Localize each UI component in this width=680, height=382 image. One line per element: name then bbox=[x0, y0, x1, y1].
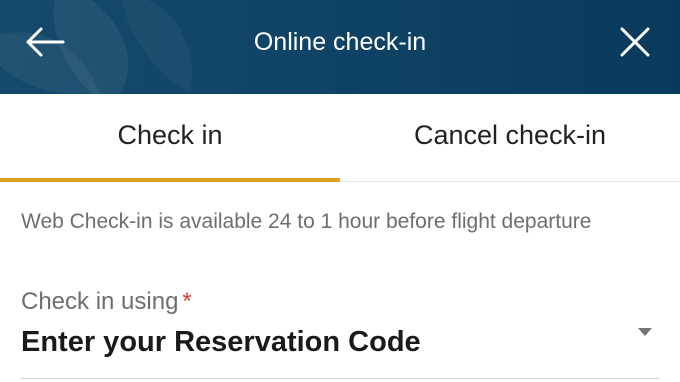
field-value: Enter your Reservation Code bbox=[21, 326, 421, 358]
close-icon bbox=[620, 27, 650, 57]
header-title: Online check-in bbox=[253, 28, 427, 56]
checkin-info-text: Web Check-in is available 24 to 1 hour b… bbox=[21, 210, 592, 233]
close-button[interactable] bbox=[612, 22, 658, 62]
tab-label: Cancel check-in bbox=[413, 119, 607, 150]
field-label: Check in using * bbox=[21, 288, 192, 316]
required-marker: * bbox=[182, 288, 192, 315]
tab-cancel-check-in[interactable]: Cancel check-in bbox=[340, 94, 680, 182]
field-underline bbox=[21, 378, 659, 379]
tab-check-in[interactable]: Check in bbox=[0, 94, 340, 182]
field-label-text: Check in using bbox=[21, 288, 179, 315]
caret-down-icon bbox=[638, 328, 652, 336]
app-header: Online check-in bbox=[0, 0, 680, 94]
tab-label: Check in bbox=[117, 119, 223, 150]
checkin-method-dropdown[interactable]: Check in using * Enter your Reservation C… bbox=[0, 282, 680, 382]
checkin-tabs: Check in Cancel check-in bbox=[0, 94, 680, 182]
